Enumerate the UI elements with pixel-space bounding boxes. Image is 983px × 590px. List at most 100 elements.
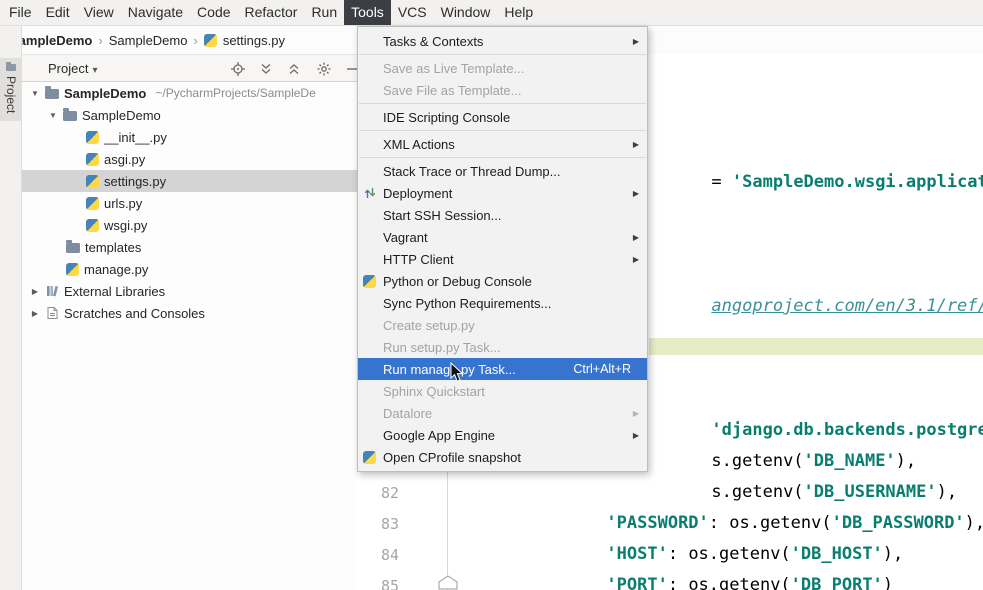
- scratches-icon: [45, 306, 59, 320]
- breadcrumb-separator-icon: ›: [98, 33, 102, 48]
- gutter-separator-line: [447, 472, 448, 590]
- menu-item-http-client[interactable]: HTTP Client: [358, 248, 647, 270]
- project-panel-title[interactable]: Project▾: [48, 61, 98, 76]
- menu-item-vagrant[interactable]: Vagrant: [358, 226, 647, 248]
- menubar-item-tools[interactable]: Tools: [344, 0, 391, 25]
- code-line: 'PASSWORD': os.getenv('DB_PASSWORD'),: [545, 478, 983, 508]
- menu-separator: [359, 157, 646, 158]
- menu-item-label: Start SSH Session...: [383, 208, 639, 223]
- chevron-expanded-icon[interactable]: [30, 89, 40, 98]
- menubar-item-code[interactable]: Code: [190, 0, 237, 25]
- tree-item-manage-py[interactable]: manage.py: [22, 258, 357, 280]
- tree-item-path: ~/PycharmProjects/SampleDe: [155, 86, 315, 100]
- tree-item-label: SampleDemo: [64, 86, 146, 101]
- tree-item-external-libraries[interactable]: External Libraries: [22, 280, 357, 302]
- project-tree: SampleDemo ~/PycharmProjects/SampleDe Sa…: [22, 82, 357, 590]
- menu-item-python-or-debug-console[interactable]: Python or Debug Console: [358, 270, 647, 292]
- folder-icon: [66, 243, 80, 253]
- menubar-item-help[interactable]: Help: [497, 0, 540, 25]
- tree-item-settings-py[interactable]: settings.py: [22, 170, 357, 192]
- tree-item-label: __init__.py: [104, 130, 167, 145]
- breadcrumb-item[interactable]: SampleDemo: [10, 33, 92, 48]
- chevron-collapsed-icon[interactable]: [30, 287, 40, 296]
- tree-item-label: manage.py: [84, 262, 148, 277]
- deployment-icon: [363, 186, 383, 200]
- code-text: ): [883, 575, 893, 590]
- menubar-item-navigate[interactable]: Navigate: [121, 0, 190, 25]
- locate-file-button[interactable]: [230, 61, 246, 77]
- tree-item-label: wsgi.py: [104, 218, 147, 233]
- menubar-item-vcs[interactable]: VCS: [391, 0, 434, 25]
- project-icon: [6, 64, 16, 71]
- menu-item-xml-actions[interactable]: XML Actions: [358, 133, 647, 155]
- tree-item-asgi-py[interactable]: asgi.py: [22, 148, 357, 170]
- gutter-line-number: 84: [357, 540, 399, 570]
- folder-icon: [45, 89, 59, 99]
- menu-item-label: Save as Live Template...: [383, 61, 639, 76]
- collapse-all-button[interactable]: [286, 61, 302, 77]
- chevron-collapsed-icon[interactable]: [30, 309, 40, 318]
- breadcrumb-separator-icon: ›: [193, 33, 197, 48]
- tool-window-tab-project[interactable]: Project: [0, 58, 22, 121]
- menubar: File Edit View Navigate Code Refactor Ru…: [0, 0, 983, 26]
- code-line: 'django.db.backends.postgresql: [650, 385, 983, 415]
- chevron-expanded-icon[interactable]: [48, 111, 58, 120]
- code-line: = 'SampleDemo.wsgi.application': [650, 137, 983, 167]
- menu-item-run-setup-py-task: Run setup.py Task...: [358, 336, 647, 358]
- folder-icon: [63, 111, 77, 121]
- tree-item-templates[interactable]: templates: [22, 236, 357, 258]
- menubar-item-window[interactable]: Window: [434, 0, 498, 25]
- breadcrumb-item[interactable]: SampleDemo: [109, 33, 188, 48]
- menu-item-label: IDE Scripting Console: [383, 110, 639, 125]
- tree-item-urls-py[interactable]: urls.py: [22, 192, 357, 214]
- menu-item-start-ssh-session[interactable]: Start SSH Session...: [358, 204, 647, 226]
- tree-item-package-sampledemo[interactable]: SampleDemo: [22, 104, 357, 126]
- menubar-item-refactor[interactable]: Refactor: [238, 0, 305, 25]
- breadcrumb-item[interactable]: settings.py: [223, 33, 285, 48]
- gutter-line-number: 83: [357, 509, 399, 539]
- menu-item-label: Save File as Template...: [383, 83, 639, 98]
- submenu-arrow-icon: [629, 431, 639, 440]
- menu-item-datalore: Datalore: [358, 402, 647, 424]
- menu-item-label: HTTP Client: [383, 252, 629, 267]
- tree-item-label: SampleDemo: [82, 108, 161, 123]
- code-string: 'PORT': [606, 575, 667, 590]
- menu-item-run-manage-py-task[interactable]: Run manage.py Task...Ctrl+Alt+R: [358, 358, 647, 380]
- menubar-item-view[interactable]: View: [77, 0, 121, 25]
- menu-separator: [359, 103, 646, 104]
- code-string: 'DB_PORT': [791, 575, 883, 590]
- menu-item-sync-python-requirements[interactable]: Sync Python Requirements...: [358, 292, 647, 314]
- menu-item-label: Sphinx Quickstart: [383, 384, 639, 399]
- code-comment-link: angoproject.com/en/3.1/ref/sett: [711, 296, 983, 316]
- tree-item-scratches-and-consoles[interactable]: Scratches and Consoles: [22, 302, 357, 324]
- tree-item-root-sampledemo[interactable]: SampleDemo ~/PycharmProjects/SampleDe: [22, 82, 357, 104]
- menu-item-label: Google App Engine: [383, 428, 629, 443]
- code-line: s.getenv('DB_NAME'),: [650, 416, 916, 446]
- menu-item-tasks-and-contexts[interactable]: Tasks & Contexts: [358, 30, 647, 52]
- tool-window-stripe: Project: [0, 26, 22, 590]
- expand-all-button[interactable]: [258, 61, 274, 77]
- menu-item-ide-scripting-console[interactable]: IDE Scripting Console: [358, 106, 647, 128]
- pycharm-window: File Edit View Navigate Code Refactor Ru…: [0, 0, 983, 590]
- settings-gear-icon[interactable]: [316, 61, 332, 77]
- tree-item-wsgi-py[interactable]: wsgi.py: [22, 214, 357, 236]
- project-panel-title-label: Project: [48, 61, 88, 76]
- menu-item-stack-trace-or-thread-dump[interactable]: Stack Trace or Thread Dump...: [358, 160, 647, 182]
- menubar-item-run[interactable]: Run: [304, 0, 344, 25]
- menu-item-google-app-engine[interactable]: Google App Engine: [358, 424, 647, 446]
- menu-item-label: Run setup.py Task...: [383, 340, 639, 355]
- gutter-line-number: 85: [357, 571, 399, 590]
- code-text: ),: [965, 513, 983, 533]
- tree-item-init-py[interactable]: __init__.py: [22, 126, 357, 148]
- menu-item-deployment[interactable]: Deployment: [358, 182, 647, 204]
- tree-item-label: External Libraries: [64, 284, 165, 299]
- code-line: s.getenv('DB_USERNAME'),: [650, 447, 957, 477]
- python-console-icon: [363, 275, 383, 288]
- menu-item-save-file-as-template: Save File as Template...: [358, 79, 647, 101]
- menubar-item-edit[interactable]: Edit: [39, 0, 77, 25]
- menu-item-label: Run manage.py Task...: [383, 362, 573, 377]
- menubar-item-file[interactable]: File: [2, 0, 39, 25]
- submenu-arrow-icon: [629, 37, 639, 46]
- menu-item-open-cprofile-snapshot[interactable]: Open CProfile snapshot: [358, 446, 647, 468]
- tool-window-tab-label: Project: [4, 76, 18, 113]
